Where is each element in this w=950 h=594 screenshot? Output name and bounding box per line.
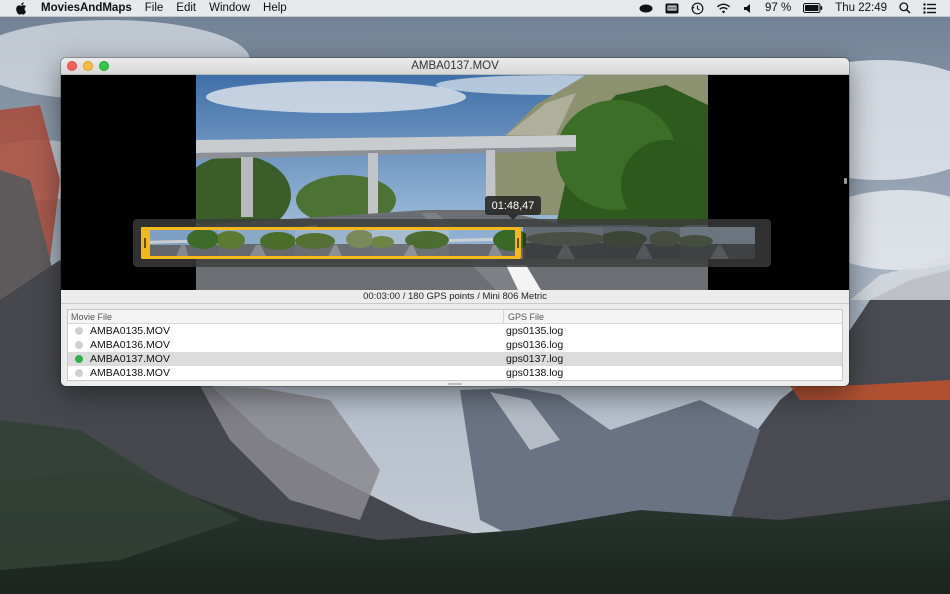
table-row[interactable]: AMBA0138.MOV gps0138.log (68, 366, 842, 380)
app-window: AMBA0137.MOV 01:48,47 00:03:00 / 180 GPS… (61, 58, 849, 386)
minimize-button[interactable] (83, 61, 93, 71)
title-bar[interactable]: AMBA0137.MOV (61, 58, 849, 75)
menu-file[interactable]: File (145, 2, 164, 14)
wifi-icon[interactable] (716, 3, 731, 14)
column-header-movie-file[interactable]: Movie File (68, 310, 504, 323)
video-player[interactable]: 01:48,47 (61, 75, 849, 290)
movie-cell: AMBA0137.MOV (68, 353, 504, 365)
movie-file-name: AMBA0138.MOV (90, 367, 170, 379)
status-dot-active (75, 355, 83, 363)
close-button[interactable] (67, 61, 77, 71)
spotlight-icon[interactable] (899, 2, 911, 14)
zoom-button[interactable] (99, 61, 109, 71)
video-status-text: 00:03:00 / 180 GPS points / Mini 806 Met… (61, 290, 849, 304)
menu-help[interactable]: Help (263, 2, 287, 14)
apple-icon[interactable] (13, 1, 30, 15)
movie-cell: AMBA0136.MOV (68, 339, 504, 351)
menu-edit[interactable]: Edit (176, 2, 196, 14)
table-header: Movie File GPS File (68, 310, 842, 324)
trim-selection[interactable] (141, 227, 521, 259)
clock[interactable]: Thu 22:49 (835, 2, 887, 14)
trim-start-handle[interactable] (144, 238, 146, 248)
file-table: Movie File GPS File AMBA0135.MOV gps0135… (67, 309, 843, 381)
window-title: AMBA0137.MOV (411, 60, 499, 72)
menu-app-name[interactable]: MoviesAndMaps (41, 2, 132, 14)
movie-cell: AMBA0138.MOV (68, 367, 504, 379)
window-resize-grip[interactable] (844, 178, 847, 184)
gps-file-name: gps0138.log (506, 367, 564, 379)
table-row[interactable]: AMBA0135.MOV gps0135.log (68, 324, 842, 338)
gps-file-name: gps0137.log (506, 353, 564, 365)
movie-file-name: AMBA0135.MOV (90, 325, 170, 337)
volume-icon[interactable] (743, 3, 753, 14)
movie-file-name: AMBA0136.MOV (90, 339, 170, 351)
notification-center-icon[interactable] (923, 2, 936, 14)
window-controls (67, 61, 115, 71)
trim-end-handle[interactable] (517, 238, 519, 248)
cloud-icon[interactable] (639, 3, 653, 13)
battery-percent[interactable]: 97 % (765, 2, 791, 14)
status-dot (75, 369, 83, 377)
status-dot (75, 327, 83, 335)
menu-bar: MoviesAndMaps File Edit Window Help 97 %… (0, 0, 950, 17)
gps-file-name: gps0136.log (506, 339, 564, 351)
trim-filmstrip-panel (133, 219, 771, 267)
split-view-divider-grip[interactable] (448, 383, 462, 385)
battery-icon[interactable] (803, 3, 823, 13)
timecode-tooltip: 01:48,47 (485, 196, 541, 220)
file-list-area: Movie File GPS File AMBA0135.MOV gps0135… (61, 304, 849, 386)
column-header-gps-file[interactable]: GPS File (504, 312, 544, 322)
table-row[interactable]: AMBA0136.MOV gps0136.log (68, 338, 842, 352)
menu-window[interactable]: Window (209, 2, 250, 14)
table-row-selected[interactable]: AMBA0137.MOV gps0137.log (68, 352, 842, 366)
display-icon[interactable] (665, 3, 679, 14)
status-dot (75, 341, 83, 349)
filmstrip-unselected-overlay (523, 227, 755, 259)
movie-cell: AMBA0135.MOV (68, 325, 504, 337)
movie-file-name: AMBA0137.MOV (90, 353, 170, 365)
gps-file-name: gps0135.log (506, 325, 564, 337)
time-machine-icon[interactable] (691, 2, 704, 15)
